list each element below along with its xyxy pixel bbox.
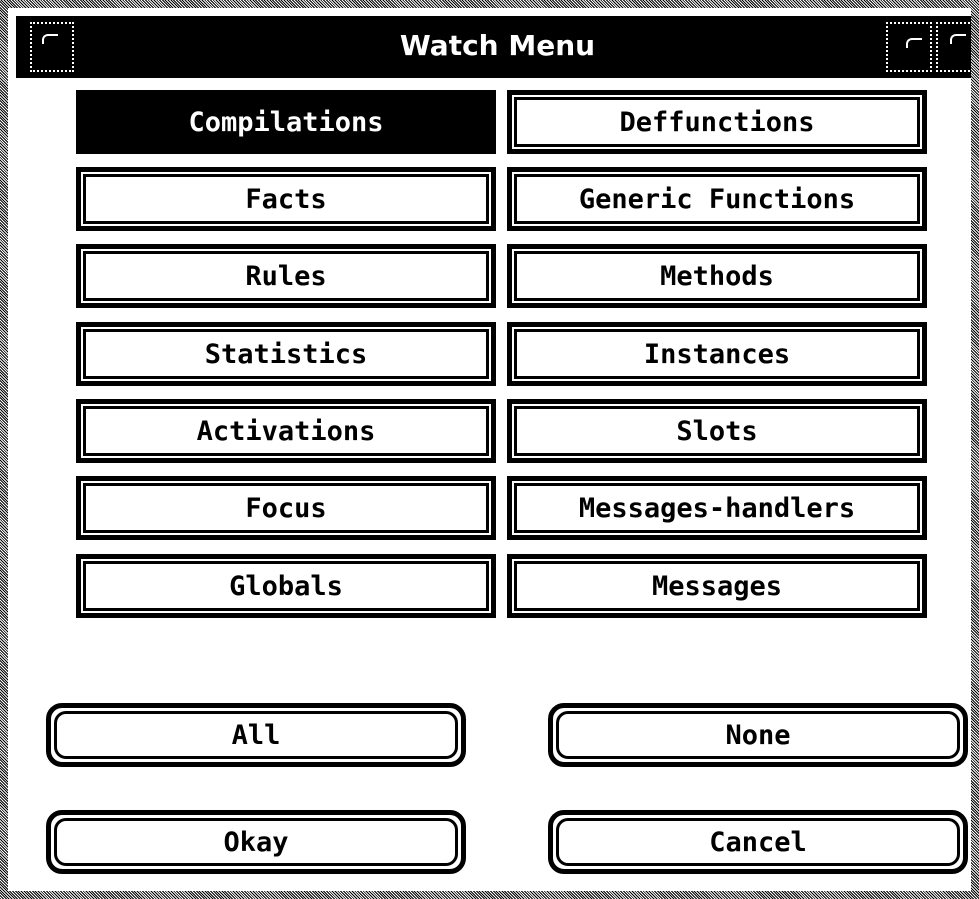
watch-activations-button[interactable]: Activations [76, 399, 496, 463]
watch-slots-button[interactable]: Slots [507, 399, 927, 463]
okay-button[interactable]: Okay [46, 810, 466, 874]
okay-button-label: Okay [223, 826, 289, 858]
watch-statistics-button[interactable]: Statistics [76, 322, 496, 386]
title-bar[interactable]: Watch Menu [16, 16, 979, 78]
cancel-button[interactable]: Cancel [548, 810, 968, 874]
all-button-label: All [231, 719, 281, 751]
watch-focus-button[interactable]: Focus [76, 476, 496, 540]
window-title: Watch Menu [399, 29, 596, 62]
watch-deffunctions-button[interactable]: Deffunctions [507, 90, 927, 154]
watch-globals-button[interactable]: Globals [76, 554, 496, 618]
none-button-label: None [725, 719, 791, 751]
cancel-button-label: Cancel [709, 826, 807, 858]
watch-menu-window: Watch Menu Compilations Deffunctions Fac… [0, 0, 979, 899]
watch-menu-content: Compilations Deffunctions Facts Generic … [16, 78, 979, 899]
watch-generic-functions-button[interactable]: Generic Functions [507, 167, 927, 231]
watch-instances-button[interactable]: Instances [507, 322, 927, 386]
all-button[interactable]: All [46, 703, 466, 767]
watch-rules-button[interactable]: Rules [76, 244, 496, 308]
watch-messages-button[interactable]: Messages [507, 554, 927, 618]
none-button[interactable]: None [548, 703, 968, 767]
watch-methods-button[interactable]: Methods [507, 244, 927, 308]
watch-messages-handlers-button[interactable]: Messages-handlers [507, 476, 927, 540]
maximize-icon[interactable] [936, 22, 974, 72]
watch-compilations-button[interactable]: Compilations [76, 90, 496, 154]
watch-facts-button[interactable]: Facts [76, 167, 496, 231]
minimize-icon[interactable] [886, 22, 932, 72]
